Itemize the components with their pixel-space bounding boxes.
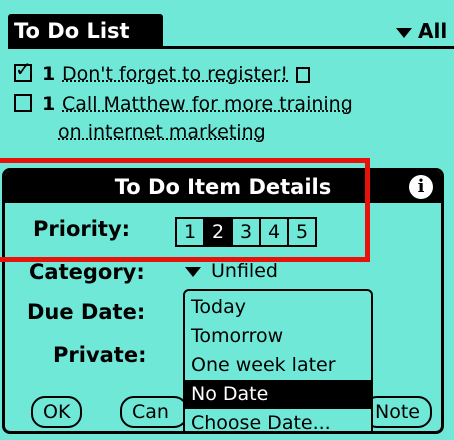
popup-item-tomorrow[interactable]: Tomorrow [185, 322, 371, 351]
todo-priority[interactable]: 1 [42, 60, 62, 88]
category-label: Category: [29, 260, 145, 284]
todo-item-continuation[interactable]: on internet marketing [58, 118, 266, 146]
popup-item-today[interactable]: Today [185, 293, 371, 322]
highlight-annotation [0, 158, 370, 262]
ok-button[interactable]: OK [31, 396, 83, 428]
todo-description[interactable]: Call Matthew for more training [62, 93, 353, 115]
due-date-label: Due Date: [27, 300, 146, 324]
due-date-popup-list: Today Tomorrow One week later No Date Ch… [183, 289, 373, 431]
completed-checkbox[interactable] [14, 93, 32, 112]
popup-item-choose-date[interactable]: Choose Date... [185, 409, 371, 431]
todo-priority[interactable]: 1 [42, 90, 62, 118]
popup-item-no-date[interactable]: No Date [185, 380, 371, 409]
popup-item-one-week-later[interactable]: One week later [185, 351, 371, 380]
cancel-button[interactable]: Can [120, 396, 188, 428]
todo-description[interactable]: on internet marketing [58, 121, 266, 143]
completed-checkbox[interactable] [14, 57, 32, 82]
triangle-down-icon [185, 266, 201, 277]
info-icon[interactable]: i [409, 175, 433, 199]
todo-item[interactable]: 1 Call Matthew for more training [14, 90, 353, 118]
category-filter-label: All [418, 19, 448, 43]
triangle-down-icon [396, 27, 412, 38]
category-filter-picker[interactable]: All [396, 14, 447, 48]
note-button[interactable]: Note [363, 396, 432, 428]
todo-description[interactable]: Don't forget to register! [62, 63, 288, 85]
app-title: To Do List [8, 14, 163, 48]
category-picker[interactable]: Unfiled [185, 260, 278, 282]
todo-item[interactable]: 1Don't forget to register! [14, 57, 311, 88]
note-icon[interactable] [296, 66, 311, 83]
private-label: Private: [53, 343, 147, 367]
category-value: Unfiled [211, 260, 278, 282]
title-divider [8, 46, 454, 49]
